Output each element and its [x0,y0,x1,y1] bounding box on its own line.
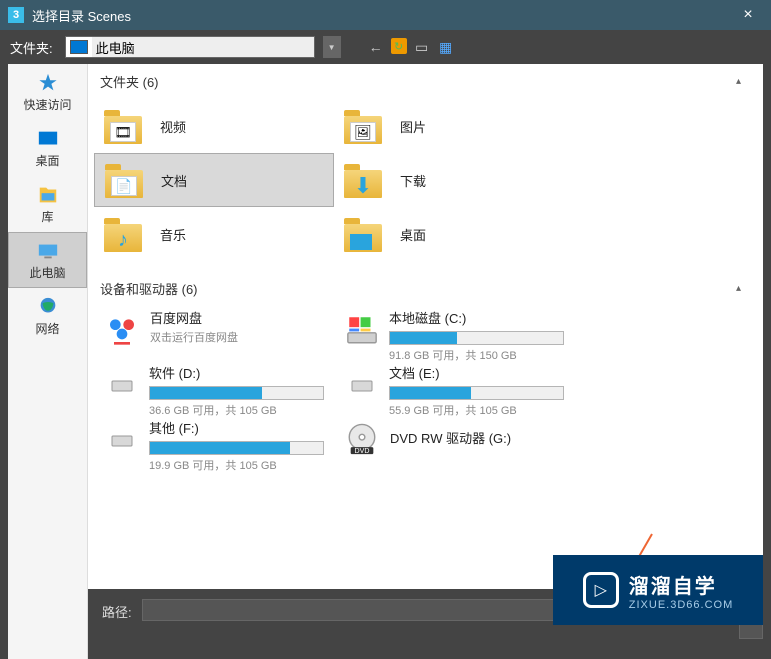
sidebar-item-desktop[interactable]: 桌面 [8,120,87,176]
drive-name: 其他 (F:) [149,418,324,437]
drive-icon [104,367,139,403]
folder-label: 文档 [161,171,187,190]
folder-icon: 📄 [105,162,145,198]
folders-grid: 🎞 视频 🖼 图片 📄 文档 ⬇ 下载 ♪ 音乐 [88,95,763,271]
new-folder-icon[interactable]: ▭ [413,38,431,56]
group-header-label: 设备和驱动器 (6) [100,279,198,298]
sidebar-item-network[interactable]: 网络 [8,288,87,344]
folder-label: 视频 [160,117,186,136]
dialog-body: 快速访问 桌面 库 此电脑 网络 文件夹 (6) [8,64,763,659]
view-icon[interactable]: ▦ [437,38,455,56]
drive-item-dvd[interactable]: DVD DVD RW 驱动器 (G:) [334,416,574,471]
drive-name: DVD RW 驱动器 (G:) [390,428,564,447]
desktop-icon [34,128,62,150]
folder-label: 文件夹: [10,38,53,57]
sidebar-item-this-pc[interactable]: 此电脑 [8,232,87,288]
toolbar: 文件夹: ▼ ← ↻ ▭ ▦ [0,30,771,64]
group-header-folders[interactable]: 文件夹 (6) ▴ [88,64,763,95]
dvd-icon: DVD [344,422,380,458]
folder-item-desktop[interactable]: 桌面 [334,207,574,261]
path-combo[interactable] [65,36,315,58]
sidebar-item-label: 网络 [35,320,59,337]
watermark-title: 溜溜自学 [629,570,733,599]
drive-icon [104,422,139,458]
sidebar-item-label: 此电脑 [29,264,65,281]
pc-icon [70,40,88,54]
drive-item-baidu[interactable]: 百度网盘 双击运行百度网盘 [94,306,334,361]
drive-sub: 双击运行百度网盘 [150,329,324,345]
sidebar-item-label: 库 [41,208,53,225]
drive-name: 百度网盘 [150,308,324,327]
drive-icon [344,312,379,348]
titlebar: 3 选择目录 Scenes × [0,0,771,30]
drive-item-e[interactable]: 文档 (E:) 55.9 GB 可用，共 105 GB [334,361,574,416]
network-icon [34,296,62,318]
sidebar-item-label: 桌面 [35,152,59,169]
drive-usage-bar [149,441,324,455]
drive-usage-bar [389,331,564,345]
baidu-icon [104,312,140,348]
watermark-url: ZIXUE.3D66.COM [629,599,733,611]
drive-sub: 19.9 GB 可用，共 105 GB [149,457,324,473]
window-title: 选择目录 Scenes [32,6,733,25]
folder-label: 音乐 [160,225,186,244]
group-header-devices[interactable]: 设备和驱动器 (6) ▴ [88,271,763,302]
dialog-window: 3 选择目录 Scenes × 文件夹: ▼ ← ↻ ▭ ▦ 快速访问 桌面 [0,0,771,659]
watermark: ▷ 溜溜自学 ZIXUE.3D66.COM [553,555,763,625]
drive-usage-bar [389,386,564,400]
folder-icon: ♪ [104,216,144,252]
drive-usage-bar [149,386,324,400]
drive-icon [344,367,379,403]
pc-icon [34,240,62,262]
drive-item-f[interactable]: 其他 (F:) 19.9 GB 可用，共 105 GB [94,416,334,471]
folder-icon: 🖼 [344,108,384,144]
content-pane: 文件夹 (6) ▴ 🎞 视频 🖼 图片 📄 文档 ⬇ 下载 [88,64,763,659]
folder-item-pictures[interactable]: 🖼 图片 [334,99,574,153]
up-icon[interactable]: ↻ [391,38,407,54]
dropdown-button[interactable]: ▼ [323,36,341,58]
drive-item-d[interactable]: 软件 (D:) 36.6 GB 可用，共 105 GB [94,361,334,416]
play-icon: ▷ [583,572,619,608]
chevron-up-icon: ▴ [736,283,741,294]
svg-text:DVD: DVD [355,447,370,455]
close-button[interactable]: × [733,6,763,24]
drive-item-c[interactable]: 本地磁盘 (C:) 91.8 GB 可用，共 150 GB [334,306,574,361]
sidebar-item-quick-access[interactable]: 快速访问 [8,64,87,120]
libraries-icon [34,184,62,206]
sidebar-item-libraries[interactable]: 库 [8,176,87,232]
path-label: 路径: [102,602,132,621]
folder-item-documents[interactable]: 📄 文档 [94,153,334,207]
app-icon: 3 [8,7,24,23]
star-icon [34,72,62,94]
folder-item-videos[interactable]: 🎞 视频 [94,99,334,153]
folder-icon: 🎞 [104,108,144,144]
folder-label: 下载 [400,171,426,190]
folder-label: 图片 [400,117,426,136]
folder-item-downloads[interactable]: ⬇ 下载 [334,153,574,207]
drive-name: 文档 (E:) [389,363,564,382]
folder-label: 桌面 [400,225,426,244]
folder-icon: ⬇ [344,162,384,198]
drive-name: 本地磁盘 (C:) [389,308,564,327]
chevron-up-icon: ▴ [736,76,741,87]
folder-icon [344,216,384,252]
sidebar-item-label: 快速访问 [23,96,71,113]
drives-grid: 百度网盘 双击运行百度网盘 本地磁盘 (C:) 91.8 GB 可用，共 150… [88,302,763,475]
group-header-label: 文件夹 (6) [100,72,159,91]
folder-item-music[interactable]: ♪ 音乐 [94,207,334,261]
path-input[interactable] [92,37,314,57]
back-icon[interactable]: ← [367,38,385,56]
drive-name: 软件 (D:) [149,363,324,382]
places-sidebar: 快速访问 桌面 库 此电脑 网络 [8,64,88,659]
